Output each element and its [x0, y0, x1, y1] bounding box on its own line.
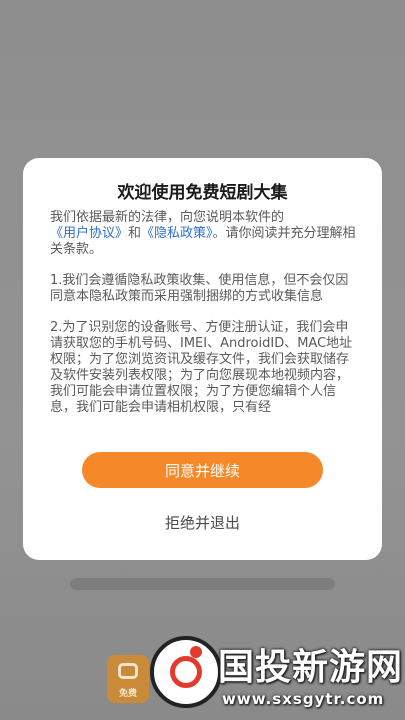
- dialog-body[interactable]: 我们依据最新的法律，向您说明本软件的《用户协议》和《隐私政策》。请你阅读并充分理…: [50, 210, 360, 432]
- background-bar: [70, 578, 335, 590]
- clause-2: 2.为了识别您的设备账号、方便注册认证，我们会申请获取您的手机号码、IMEI、A…: [50, 320, 353, 415]
- reject-button[interactable]: 拒绝并退出: [23, 512, 382, 533]
- privacy-policy-link[interactable]: 《隐私政策》: [141, 226, 213, 241]
- and-text: 和: [128, 226, 142, 241]
- watermark-title: 国投新游网: [218, 647, 404, 688]
- app-icon: 免费: [107, 655, 149, 703]
- dialog-title: 欢迎使用免费短剧大集: [117, 183, 288, 203]
- intro-text: 我们依据最新的法律，向您说明本软件的: [50, 210, 285, 225]
- user-agreement-link[interactable]: 《用户协议》: [50, 226, 128, 241]
- play-icon: [118, 663, 138, 679]
- agree-button[interactable]: 同意并继续: [82, 452, 323, 488]
- clause-1: 1.我们会遵循隐私政策收集、使用信息，但不会仅因同意本隐私政策而采用强制捆绑的方…: [50, 273, 349, 304]
- app-icon-label: 免费: [118, 689, 137, 699]
- intro-paragraph: 我们依据最新的法律，向您说明本软件的《用户协议》和《隐私政策》。请你阅读并充分理…: [50, 210, 360, 258]
- scroll-fade: [50, 414, 360, 432]
- watermark-logo-icon: [150, 636, 222, 708]
- privacy-dialog: 欢迎使用免费短剧大集 我们依据最新的法律，向您说明本软件的《用户协议》和《隐私政…: [23, 158, 382, 560]
- watermark-url: www.sxsgytr.com: [222, 690, 385, 708]
